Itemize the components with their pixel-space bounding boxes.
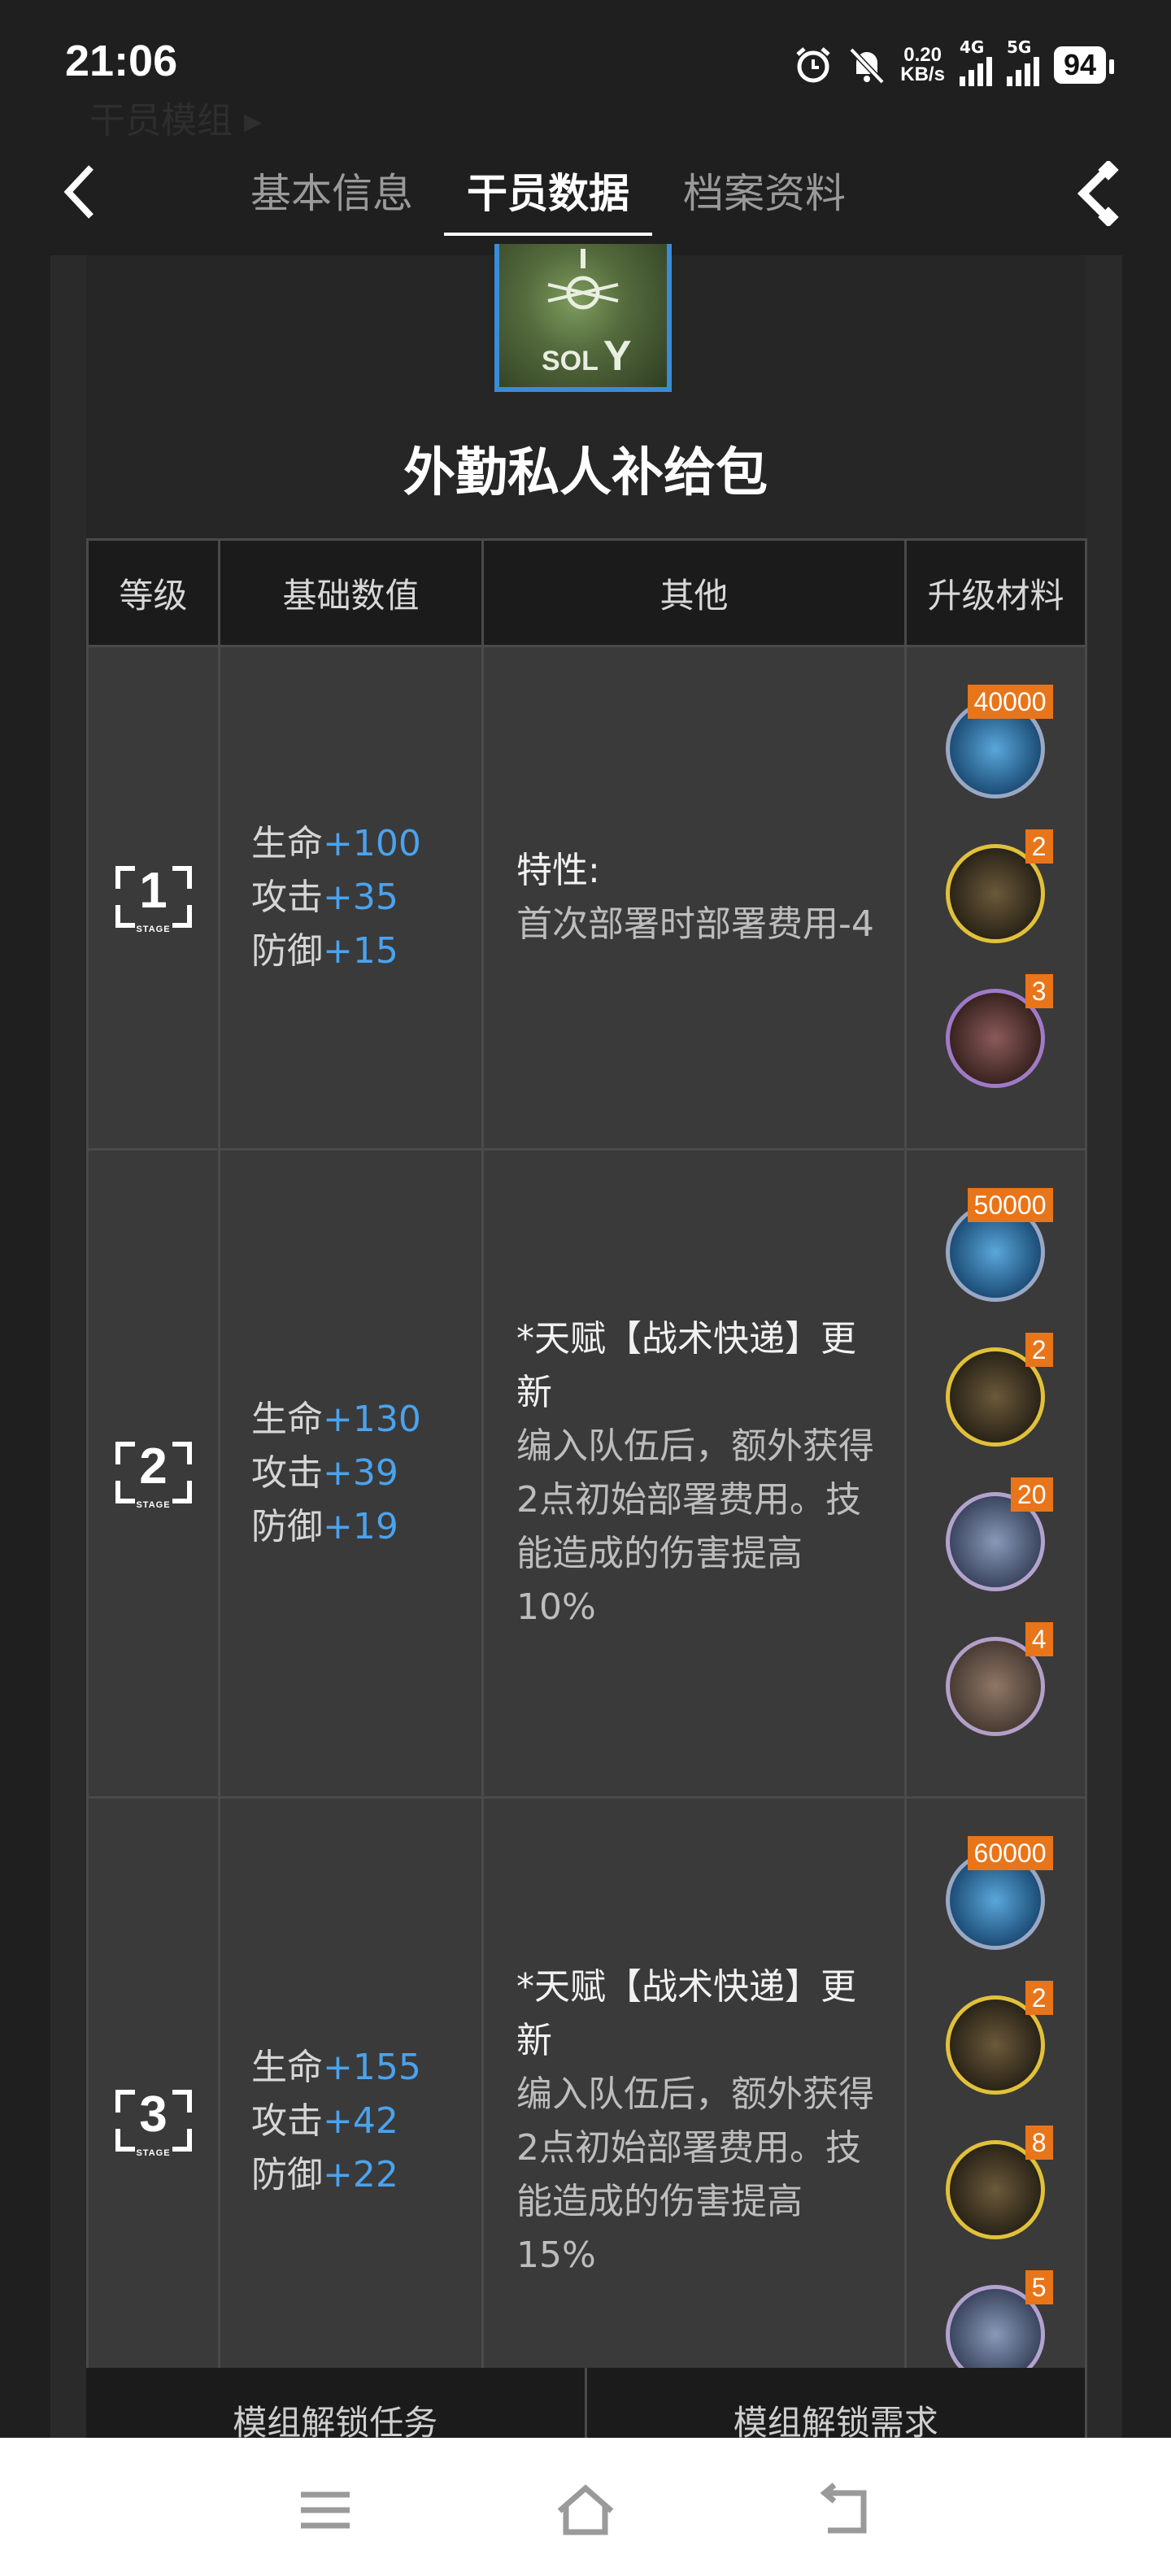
materials-cell: 50000 2 20 4 bbox=[904, 1148, 1087, 1799]
module-icon-label: SOL bbox=[542, 346, 599, 376]
material-count: 2 bbox=[1025, 829, 1053, 864]
sim1-label: 4G bbox=[959, 37, 985, 57]
system-nav-bar bbox=[0, 2438, 1171, 2576]
material-count: 4 bbox=[1025, 1622, 1053, 1656]
tab-unlock-mission[interactable]: 模组解锁任务 bbox=[86, 2368, 587, 2443]
other-cell: *天赋【战术快递】更新 编入队伍后，额外获得2点初始部署费用。技能造成的伤害提高… bbox=[481, 1796, 907, 2447]
status-icons: 0.20 KB/s 4G 5G 94 bbox=[793, 37, 1115, 89]
trait-text: 首次部署时部署费用-4 bbox=[516, 903, 874, 945]
stat-hp: 生命+100 bbox=[251, 823, 421, 864]
stage-cell: 2 STAGE bbox=[86, 1148, 220, 1799]
material-count: 20 bbox=[1010, 1477, 1053, 1512]
material-count: 3 bbox=[1025, 974, 1053, 1008]
stage-cell: 1 STAGE bbox=[86, 645, 220, 1151]
stats-cell: 生命+155 攻击+42 防御+22 bbox=[218, 1796, 484, 2447]
data-chip-icon[interactable]: 50000 bbox=[939, 1188, 1053, 1308]
module-stage-table: 等级 基础数值 其他 升级材料 1 STAGE 生命+100 攻击+35 防御+… bbox=[86, 538, 1087, 2447]
back-arrow-icon[interactable] bbox=[57, 163, 114, 220]
stage-text: STAGE bbox=[136, 2148, 171, 2158]
header-other: 其他 bbox=[481, 538, 907, 647]
module-data-block-icon[interactable]: 2 bbox=[939, 829, 1053, 950]
talent-heading: *天赋【战术快递】更新 bbox=[516, 1318, 856, 1413]
header-materials: 升级材料 bbox=[904, 538, 1087, 647]
stage-badge: 3 STAGE bbox=[115, 2085, 192, 2158]
stat-atk: 攻击+42 bbox=[251, 2100, 398, 2142]
stats-cell: 生命+100 攻击+35 防御+15 bbox=[218, 645, 484, 1151]
share-icon[interactable] bbox=[1069, 161, 1125, 226]
other-cell: 特性: 首次部署时部署费用-4 bbox=[481, 645, 907, 1151]
tab-unlock-requirement[interactable]: 模组解锁需求 bbox=[587, 2368, 1086, 2443]
top-nav: 基本信息 干员数据 档案资料 bbox=[0, 146, 1171, 236]
stat-def: 防御+15 bbox=[251, 930, 398, 972]
stat-atk: 攻击+39 bbox=[251, 1452, 398, 1494]
alarm-icon bbox=[796, 47, 830, 83]
table-header-row: 等级 基础数值 其他 升级材料 bbox=[86, 538, 1087, 647]
data-chip-icon[interactable]: 40000 bbox=[939, 685, 1053, 805]
stat-atk: 攻击+35 bbox=[251, 877, 398, 918]
stage-badge: 1 STAGE bbox=[115, 861, 192, 934]
module-data-block-icon[interactable]: 2 bbox=[939, 1333, 1053, 1453]
back-icon[interactable] bbox=[813, 2482, 878, 2539]
stage-badge: 2 STAGE bbox=[115, 1437, 192, 1510]
material-count: 40000 bbox=[967, 685, 1053, 719]
module-icon: SOL Y bbox=[494, 244, 672, 392]
material-count: 2 bbox=[1025, 1981, 1053, 2015]
module-name: 外勤私人补给包 bbox=[403, 443, 768, 503]
stage-text: STAGE bbox=[136, 925, 171, 934]
table-row: 1 STAGE 生命+100 攻击+35 防御+15 特性: 首次部署时部署费用… bbox=[86, 645, 1087, 1151]
data-chip-icon[interactable]: 60000 bbox=[939, 1836, 1053, 1956]
materials-cell: 60000 2 8 5 bbox=[904, 1796, 1087, 2447]
stat-def: 防御+19 bbox=[251, 1506, 398, 1547]
battery-icon: 94 bbox=[1053, 46, 1115, 84]
net-speed-unit: KB/s bbox=[900, 63, 945, 85]
stats-cell: 生命+130 攻击+39 防御+19 bbox=[218, 1148, 484, 1799]
unlock-tabs: 模组解锁任务 模组解锁需求 bbox=[86, 2368, 1086, 2443]
stage-number: 3 bbox=[139, 2086, 168, 2143]
signal-icon: 4G bbox=[959, 37, 992, 86]
menu-icon[interactable] bbox=[293, 2482, 358, 2539]
stage-number: 2 bbox=[139, 1438, 168, 1495]
ghost-title: 干员模组 ▸ bbox=[89, 100, 263, 141]
stat-def: 防御+22 bbox=[251, 2154, 398, 2195]
table-row: 2 STAGE 生命+130 攻击+39 防御+19 *天赋【战术快递】更新 编… bbox=[86, 1148, 1087, 1799]
signal-icon: 5G bbox=[1006, 37, 1039, 86]
other-cell: *天赋【战术快递】更新 编入队伍后，额外获得2点初始部署费用。技能造成的伤害提高… bbox=[481, 1148, 907, 1799]
tab-basic-info[interactable]: 基本信息 bbox=[244, 146, 420, 236]
material-count: 2 bbox=[1025, 1333, 1053, 1367]
material-count: 50000 bbox=[967, 1188, 1053, 1222]
tab-operator-data[interactable]: 干员数据 bbox=[444, 146, 652, 236]
table-row: 3 STAGE 生命+155 攻击+42 防御+22 *天赋【战术快递】更新 编… bbox=[86, 1796, 1087, 2447]
battery-level: 94 bbox=[1063, 48, 1096, 81]
crystal-icon[interactable]: 3 bbox=[939, 974, 1053, 1094]
stat-hp: 生命+130 bbox=[251, 1399, 421, 1440]
device-icon[interactable]: 8 bbox=[939, 2126, 1053, 2246]
header-level: 等级 bbox=[86, 538, 220, 647]
status-time: 21:06 bbox=[65, 37, 178, 85]
home-icon[interactable] bbox=[553, 2482, 618, 2539]
tab-bar: 基本信息 干员数据 档案资料 bbox=[244, 146, 852, 236]
talent-text: 编入队伍后，额外获得2点初始部署费用。技能造成的伤害提高15% bbox=[516, 2073, 874, 2276]
stage-cell: 3 STAGE bbox=[86, 1796, 220, 2447]
tab-archive[interactable]: 档案资料 bbox=[677, 146, 852, 236]
stage-text: STAGE bbox=[136, 1500, 171, 1510]
material-count: 60000 bbox=[967, 1836, 1053, 1870]
stat-hp: 生命+155 bbox=[251, 2047, 421, 2088]
stage-number: 1 bbox=[139, 863, 168, 919]
module-icon-letter: Y bbox=[603, 333, 632, 380]
plate-icon[interactable]: 4 bbox=[939, 1622, 1053, 1743]
material-count: 8 bbox=[1025, 2126, 1053, 2160]
mute-icon bbox=[849, 47, 885, 85]
crosshair-icon bbox=[547, 249, 619, 310]
sim2-label: 5G bbox=[1006, 37, 1032, 57]
trait-heading: 特性: bbox=[516, 850, 600, 891]
net-speed-value: 0.20 bbox=[903, 44, 942, 66]
header-base-stats: 基础数值 bbox=[218, 538, 484, 647]
net-speed: 0.20 KB/s bbox=[900, 46, 945, 85]
materials-cell: 40000 2 3 bbox=[904, 645, 1087, 1151]
talent-text: 编入队伍后，额外获得2点初始部署费用。技能造成的伤害提高10% bbox=[516, 1425, 874, 1628]
alloy-block-icon[interactable]: 20 bbox=[939, 1477, 1053, 1598]
talent-heading: *天赋【战术快递】更新 bbox=[516, 1966, 856, 2061]
module-data-block-icon[interactable]: 2 bbox=[939, 1981, 1053, 2101]
material-count: 5 bbox=[1025, 2270, 1053, 2304]
